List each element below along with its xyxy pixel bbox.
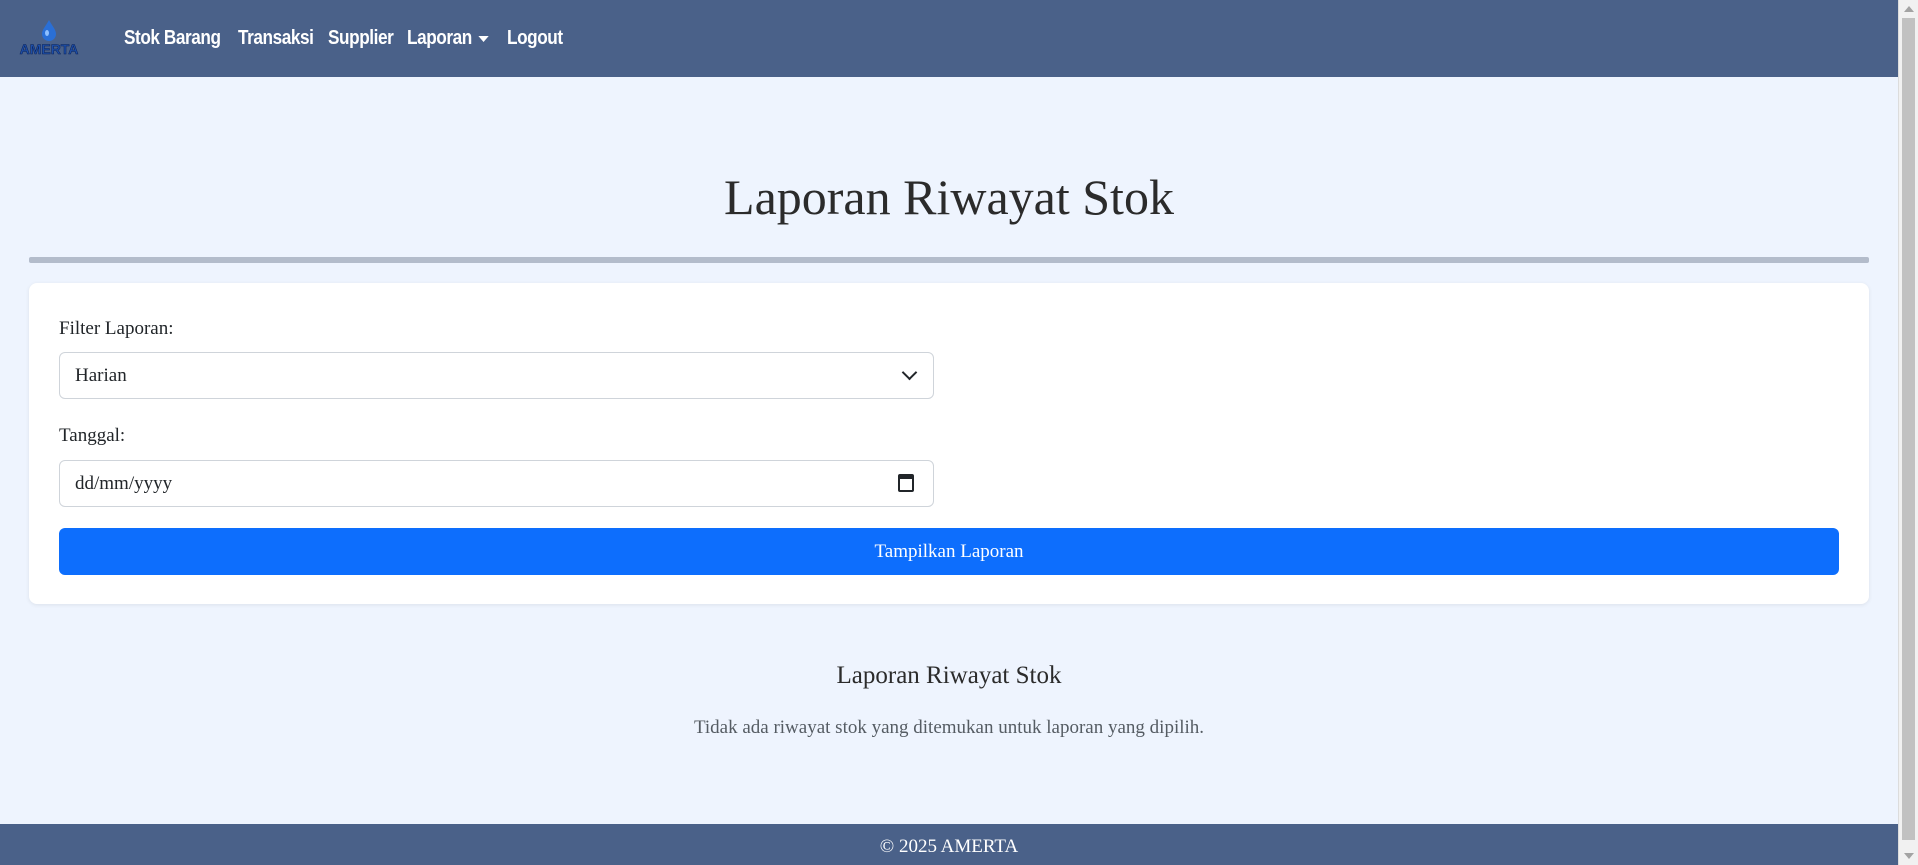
nav-logout-label: Logout — [506, 27, 563, 49]
nav-stok-barang-label: Stok Barang — [124, 27, 221, 49]
scroll-up-arrow-icon[interactable] — [1904, 6, 1914, 12]
filter-select-value: Harian — [75, 364, 127, 386]
nav-supplier[interactable]: Supplier — [328, 27, 394, 50]
date-label: Tanggal: — [59, 425, 126, 446]
nav-logout[interactable]: Logout — [507, 27, 563, 50]
brand-logo-text: AMERTA — [20, 41, 79, 57]
chevron-down-icon — [901, 364, 918, 381]
nav-transaksi-label: Transaksi — [238, 27, 314, 49]
title-divider — [29, 257, 1869, 263]
brand-logo[interactable]: AMERTA — [12, 18, 86, 58]
calendar-icon[interactable] — [898, 474, 914, 492]
nav-laporan-label: Laporan — [407, 27, 472, 49]
nav-transaksi[interactable]: Transaksi — [238, 27, 314, 50]
result-title: Laporan Riwayat Stok — [836, 662, 1062, 689]
page-title: Laporan Riwayat Stok — [724, 169, 1174, 225]
nav-supplier-label: Supplier — [328, 27, 394, 49]
nav-menu: Stok Barang Transaksi Supplier Laporan L… — [124, 0, 571, 77]
filter-card: Filter Laporan: Harian Tanggal: dd/mm/yy… — [29, 283, 1869, 604]
empty-result-message: Tidak ada riwayat stok yang ditemukan un… — [693, 717, 1205, 738]
caret-down-icon — [478, 35, 490, 42]
nav-laporan-dropdown[interactable]: Laporan — [407, 27, 490, 50]
show-report-button-label: Tampilkan Laporan — [874, 540, 1024, 562]
filter-select[interactable]: Harian — [59, 352, 934, 399]
vertical-scrollbar[interactable] — [1898, 0, 1918, 865]
show-report-button[interactable]: Tampilkan Laporan — [59, 528, 1839, 575]
scroll-down-arrow-icon[interactable] — [1904, 853, 1914, 859]
date-input-placeholder: dd/mm/yyyy — [75, 472, 173, 494]
scrollbar-thumb[interactable] — [1902, 18, 1915, 840]
navbar: AMERTA Stok Barang Transaksi Supplier La… — [0, 0, 1898, 77]
nav-stok-barang[interactable]: Stok Barang — [124, 27, 221, 50]
footer: © 2025 AMERTA — [0, 824, 1898, 865]
footer-copyright: © 2025 AMERTA — [879, 835, 1019, 857]
date-input[interactable]: dd/mm/yyyy — [59, 460, 934, 507]
filter-label: Filter Laporan: — [59, 318, 174, 339]
